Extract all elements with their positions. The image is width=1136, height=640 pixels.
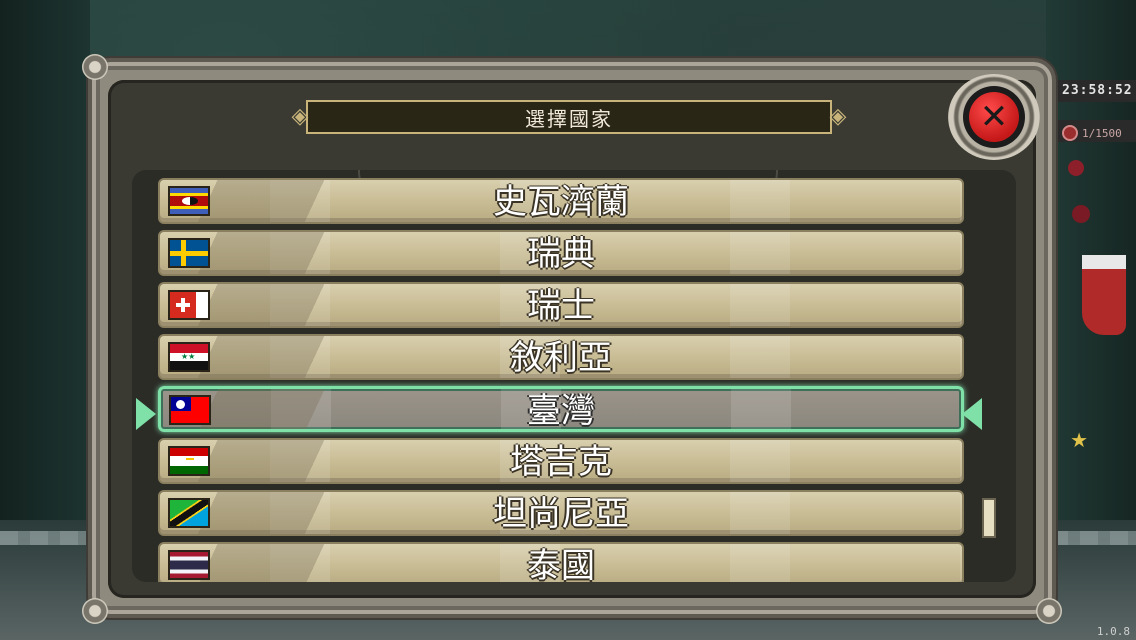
country-name: 瑞典 <box>527 234 595 274</box>
title-ornament-left-icon: ◈ <box>291 104 309 129</box>
x-icon: ✕ <box>969 92 1019 142</box>
stocking-icon <box>1082 255 1126 335</box>
country-name: 泰國 <box>527 546 595 582</box>
title-ornament-right-icon: ◈ <box>829 104 847 129</box>
country-row-sweden[interactable]: 瑞典 <box>158 230 964 276</box>
dialog-title-bar: ◈ 選擇國家 ◈ <box>292 100 846 134</box>
star-icon: ★ <box>1070 428 1088 452</box>
corner-ornament-icon <box>82 598 108 624</box>
ornament-icon <box>1072 205 1090 223</box>
country-row-switzerland[interactable]: 瑞士 <box>158 282 964 328</box>
country-row-tajikistan[interactable]: 塔吉克 <box>158 438 964 484</box>
hud-count-text: 1/1500 <box>1082 126 1122 140</box>
close-button-frame: ✕ <box>963 86 1025 148</box>
country-row-syria[interactable]: ★★ 敘利亞 <box>158 334 964 380</box>
ornament-icon <box>1068 160 1084 176</box>
corner-ornament-icon <box>1036 598 1062 624</box>
country-name: 塔吉克 <box>510 442 612 482</box>
list-scrollbar-thumb[interactable] <box>982 498 996 538</box>
country-row-eswatini[interactable]: 史瓦濟蘭 <box>158 178 964 224</box>
collectible-icon <box>1062 125 1078 141</box>
country-row-taiwan-selected[interactable]: 臺灣 <box>158 386 964 432</box>
dialog-title: 選擇國家 <box>525 106 613 131</box>
hud-collectible-counter: 1/1500 <box>1058 120 1136 142</box>
selection-arrow-left-icon <box>136 398 156 430</box>
selection-arrow-right-icon <box>962 398 982 430</box>
country-name: 臺灣 <box>527 391 595 431</box>
country-name: 坦尚尼亞 <box>493 494 629 534</box>
version-label: 1.0.8 <box>1096 625 1130 638</box>
country-row-tanzania[interactable]: 坦尚尼亞 <box>158 490 964 536</box>
hud-timer: 23:58:52 <box>1048 80 1136 102</box>
country-select-dialog: ◈ 選擇國家 ◈ 史瓦濟蘭 瑞典 瑞士 ★★ 敘利亞 臺灣 塔吉克 坦尚尼亞 泰… <box>82 54 1062 624</box>
country-row-thailand[interactable]: 泰國 <box>158 542 964 582</box>
country-name: 史瓦濟蘭 <box>493 182 629 222</box>
close-button[interactable]: ✕ <box>948 74 1040 160</box>
country-name: 瑞士 <box>527 286 595 326</box>
country-name: 敘利亞 <box>510 338 612 378</box>
corner-ornament-icon <box>82 54 108 80</box>
country-list[interactable]: 史瓦濟蘭 瑞典 瑞士 ★★ 敘利亞 臺灣 塔吉克 坦尚尼亞 泰國 <box>132 170 1016 582</box>
